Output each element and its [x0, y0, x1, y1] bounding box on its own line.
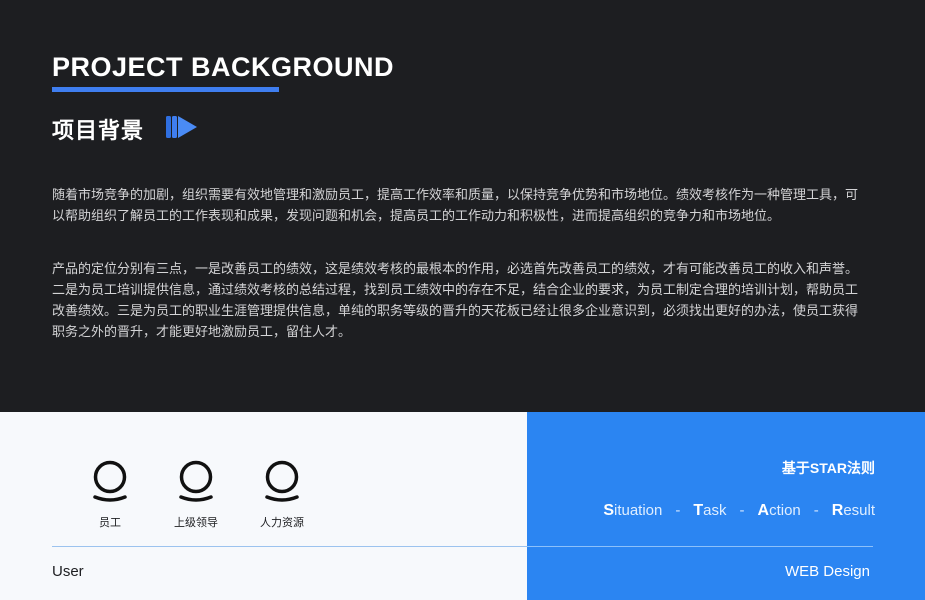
- star-method-title: 基于STAR法则: [781, 460, 875, 476]
- star-method-items: Situation - Task - Action - Result: [603, 502, 875, 520]
- user-role-manager: 上级领导: [166, 460, 226, 530]
- play-forward-icon: [166, 115, 198, 144]
- user-icon: [179, 460, 213, 502]
- user-icon: [265, 460, 299, 502]
- divider: [52, 546, 527, 547]
- background-section: PROJECT BACKGROUND 项目背景 随着市场竞争的加剧，组织需要有效…: [0, 0, 925, 412]
- star-item-task: Task: [693, 502, 727, 519]
- star-separator: -: [675, 502, 681, 519]
- background-paragraph-1: 随着市场竞争的加剧，组织需要有效地管理和激励员工，提高工作效率和质量，以保持竞争…: [52, 187, 859, 223]
- page-title-cn: 项目背景: [52, 118, 145, 143]
- web-design-label: WEB Design: [784, 563, 870, 580]
- user-role-label: 人力资源: [260, 517, 304, 529]
- user-role-label: 员工: [99, 517, 121, 529]
- page-title-en: PROJECT BACKGROUND: [52, 52, 395, 82]
- user-role-hr: 人力资源: [252, 460, 312, 530]
- star-item-result: Result: [831, 502, 875, 519]
- star-separator: -: [739, 502, 745, 519]
- users-section-label: User: [52, 563, 84, 580]
- user-icon: [93, 460, 127, 502]
- star-item-situation: Situation: [603, 502, 663, 519]
- background-paragraph-2: 产品的定位分别有三点，一是改善员工的绩效，这是绩效考核的最根本的作用，必选首先改…: [52, 261, 859, 339]
- user-role-employee: 员工: [80, 460, 140, 530]
- title-underline: [52, 87, 279, 92]
- divider: [527, 546, 873, 547]
- star-item-action: Action: [757, 502, 801, 519]
- star-separator: -: [813, 502, 819, 519]
- user-role-label: 上级领导: [174, 517, 218, 529]
